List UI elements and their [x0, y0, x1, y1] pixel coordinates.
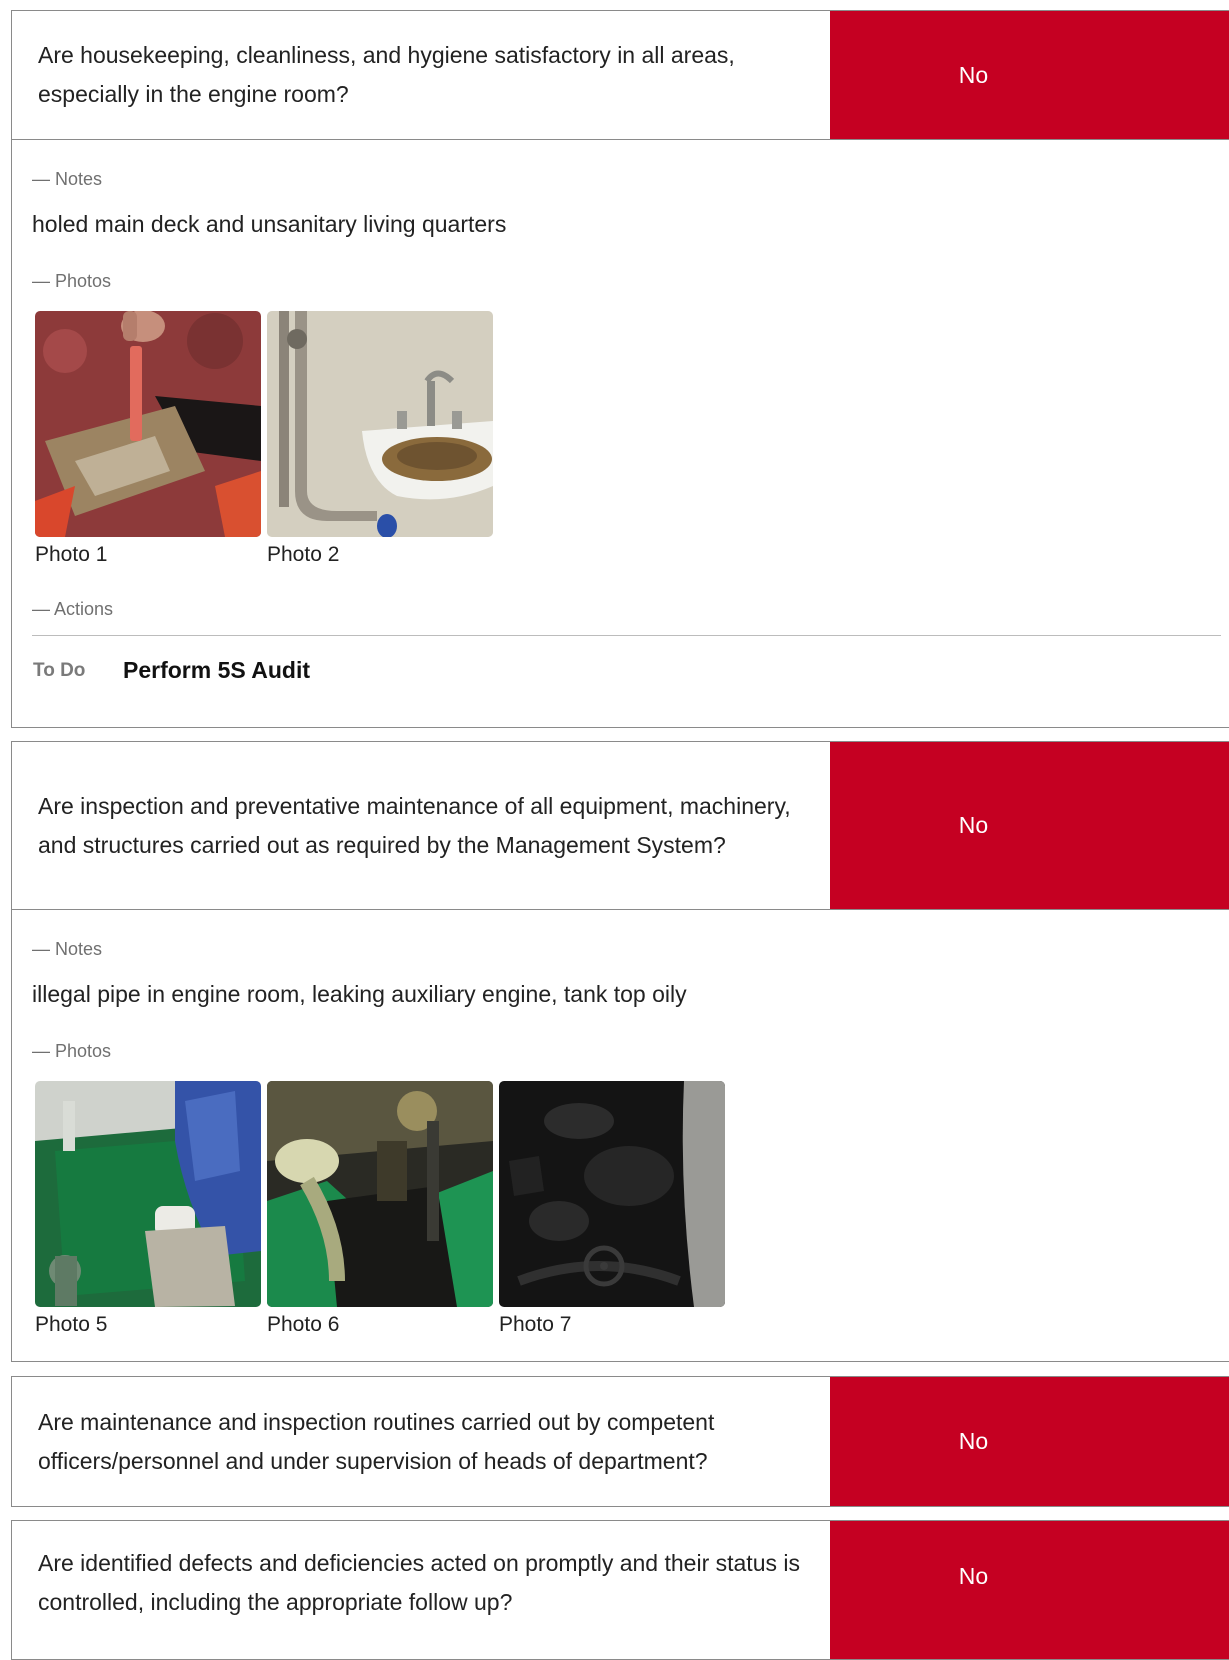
answer-badge[interactable]: No: [830, 1521, 1229, 1659]
answer-label: No: [958, 61, 989, 88]
photo-card[interactable]: Photo 6: [267, 1081, 493, 1336]
note-text: illegal pipe in engine room, leaking aux…: [32, 981, 687, 1007]
question-header: Are housekeeping, cleanliness, and hygie…: [11, 10, 1229, 140]
notes-label: — Notes: [32, 939, 103, 959]
answer-badge[interactable]: No: [830, 742, 1229, 909]
action-title-link[interactable]: Perform 5S Audit: [123, 657, 310, 684]
photo-caption: Photo 7: [499, 1313, 572, 1336]
question-details: — Notes illegal pipe in engine room, lea…: [11, 910, 1229, 1362]
answer-label: No: [958, 1563, 989, 1589]
answer-badge[interactable]: No: [830, 11, 1229, 139]
photos-label: — Photos: [32, 271, 112, 291]
photo-caption: Photo 2: [267, 543, 340, 566]
answer-label: No: [958, 1428, 989, 1454]
photo-card[interactable]: Photo 5: [35, 1081, 261, 1336]
photo-caption: Photo 5: [35, 1313, 108, 1336]
photos-label: — Photos: [32, 1041, 112, 1061]
question-header: Are inspection and preventative maintena…: [11, 741, 1229, 910]
photo-card[interactable]: Photo 1: [35, 311, 261, 566]
question-text: Are inspection and preventative maintena…: [38, 792, 791, 858]
question-text: Are identified defects and deficiencies …: [38, 1550, 800, 1615]
answer-badge[interactable]: No: [830, 1377, 1229, 1506]
question-text: Are housekeeping, cleanliness, and hygie…: [38, 42, 735, 107]
action-status-badge: To Do: [33, 660, 86, 681]
photo-caption: Photo 1: [35, 543, 108, 566]
actions-divider: [32, 635, 1221, 636]
actions-label: — Actions: [32, 599, 114, 619]
photo-thumbnail[interactable]: [35, 1081, 261, 1307]
question-details: — Notes holed main deck and unsanitary l…: [11, 140, 1229, 728]
photo-thumbnail[interactable]: [35, 311, 261, 537]
photo-thumbnail[interactable]: [499, 1081, 725, 1307]
photo-thumbnail[interactable]: [267, 311, 493, 537]
photo-caption: Photo 6: [267, 1313, 340, 1336]
answer-label: No: [958, 812, 989, 838]
photo-thumbnail[interactable]: [267, 1081, 493, 1307]
question-text: Are maintenance and inspection routines …: [38, 1408, 715, 1474]
question-header: Are maintenance and inspection routines …: [11, 1376, 1229, 1507]
photo-card[interactable]: Photo 7: [499, 1081, 725, 1336]
question-header: Are identified defects and deficiencies …: [11, 1520, 1229, 1660]
notes-label: — Notes: [32, 169, 103, 189]
note-text: holed main deck and unsanitary living qu…: [32, 211, 507, 237]
photo-card[interactable]: Photo 2: [267, 311, 493, 566]
